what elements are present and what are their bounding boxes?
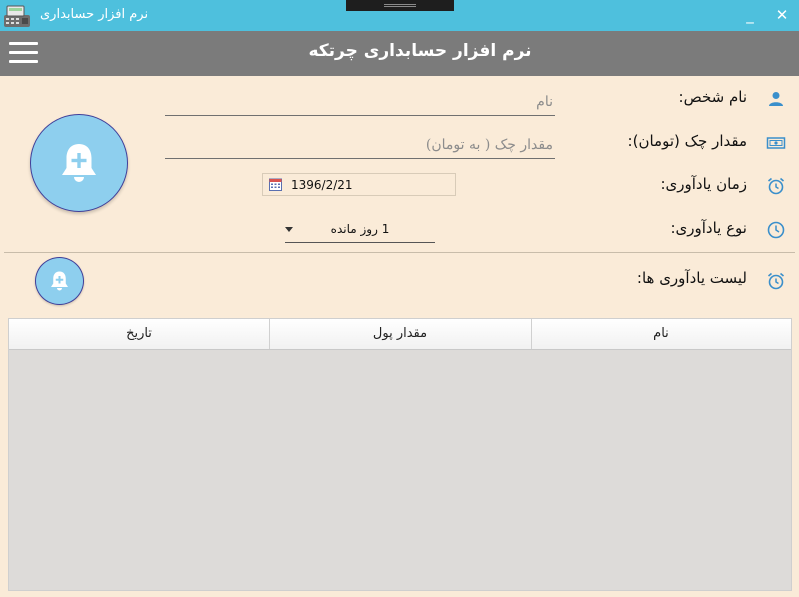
reminder-date-picker[interactable]: 1396/2/21 [262, 173, 456, 196]
minimize-button[interactable]: _ [740, 5, 760, 25]
table-header: نام مقدار پول تاریخ [9, 319, 791, 350]
app-header: نرم افزار حسابداری چرتکه [0, 31, 799, 76]
reminder-time-label: زمان یادآوری: [660, 175, 747, 193]
reminder-type-value: 1 روز مانده [330, 222, 390, 236]
money-icon [766, 137, 786, 149]
window-title: نرم افزار حسابداری [40, 7, 149, 22]
check-amount-input[interactable] [165, 132, 555, 157]
reminder-type-dropdown[interactable]: 1 روز مانده [285, 219, 435, 243]
column-header-date[interactable]: تاریخ [9, 319, 269, 349]
close-button[interactable]: ✕ [772, 5, 792, 25]
column-header-amount[interactable]: مقدار پول [269, 319, 531, 349]
person-name-label: نام شخص: [678, 88, 747, 106]
person-icon [769, 92, 783, 106]
reminders-list-label: لیست یادآوری ها: [636, 269, 747, 287]
window-drag-handle[interactable] [346, 0, 454, 11]
bell-plus-icon [51, 271, 68, 291]
add-reminder-button[interactable] [30, 114, 128, 212]
reminder-type-label: نوع یادآوری: [670, 219, 747, 237]
add-reminder-small-button[interactable] [35, 257, 84, 305]
clock-icon [767, 221, 785, 239]
check-amount-label: مقدار چک (تومان): [627, 132, 747, 150]
window-titlebar: نرم افزار حسابداری _ ✕ [0, 0, 799, 31]
page-title: نرم افزار حسابداری چرتکه [308, 41, 532, 61]
bell-plus-icon [62, 144, 96, 182]
check-amount-field[interactable] [165, 132, 555, 159]
reminders-table[interactable]: نام مقدار پول تاریخ [8, 318, 792, 591]
section-divider [4, 252, 795, 253]
person-name-input[interactable] [165, 89, 555, 114]
reminder-date-value: 1396/2/21 [291, 178, 353, 192]
alarm-clock-icon [767, 272, 785, 290]
calendar-icon[interactable] [269, 178, 282, 191]
column-header-name[interactable]: نام [531, 319, 791, 349]
person-name-field[interactable] [165, 89, 555, 116]
alarm-clock-icon [767, 177, 785, 195]
cash-register-icon [4, 5, 30, 27]
